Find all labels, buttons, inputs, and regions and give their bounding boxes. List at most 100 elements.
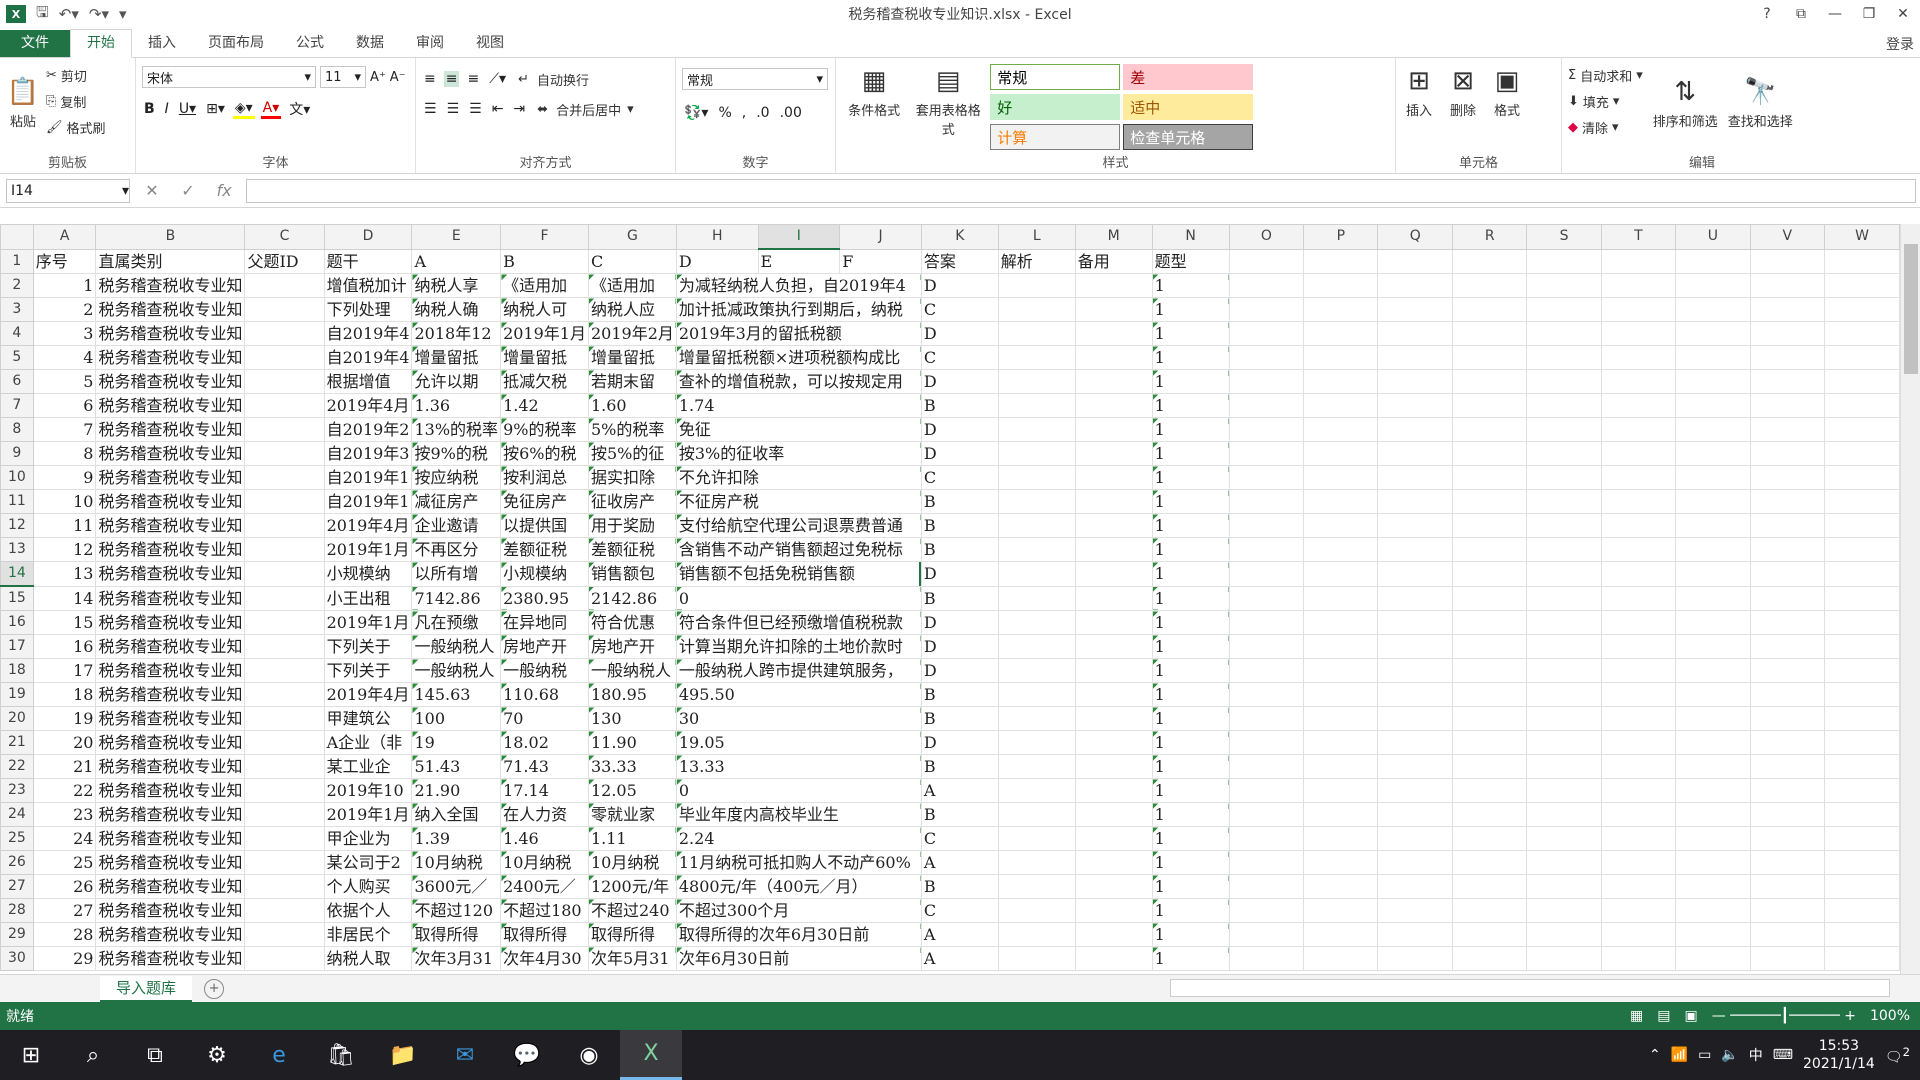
empty-cell[interactable] (1675, 754, 1751, 779)
grid-cell[interactable]: 税务稽查税收专业知 (95, 513, 246, 538)
grid-cell[interactable]: 18 (32, 682, 97, 707)
grid-cell[interactable]: 1 (1151, 273, 1230, 298)
empty-cell[interactable] (1377, 778, 1454, 803)
grid-cell[interactable] (997, 369, 1076, 394)
empty-cell[interactable] (1228, 754, 1305, 779)
column-header[interactable]: R (1452, 224, 1528, 250)
grid-cell[interactable]: 1 (1151, 465, 1230, 490)
currency-icon[interactable]: 💱▾ (682, 105, 710, 121)
grid-cell[interactable] (1074, 321, 1153, 346)
grid-cell[interactable]: D (920, 369, 999, 394)
header-cell[interactable]: 题干 (323, 248, 413, 274)
grid-cell[interactable]: B (920, 682, 999, 707)
empty-cell[interactable] (1452, 922, 1528, 947)
grid-cell[interactable]: B (920, 706, 999, 731)
grid-cell[interactable]: 符合优惠 (587, 610, 677, 635)
empty-cell[interactable] (1526, 248, 1602, 274)
grid-cell[interactable]: 2019年3月的留抵税额 (675, 321, 922, 346)
grid-cell[interactable]: C (920, 345, 999, 370)
empty-cell[interactable] (1303, 778, 1379, 803)
empty-cell[interactable] (1377, 441, 1454, 466)
column-header[interactable]: H (675, 224, 759, 250)
grid-cell[interactable]: 按9%的税 (411, 441, 502, 466)
grid-cell[interactable]: B (920, 585, 999, 611)
name-box[interactable]: I14 ▾ (6, 178, 130, 203)
style-calculation[interactable]: 计算 (990, 124, 1121, 150)
row-header[interactable]: 26 (0, 850, 34, 875)
grid-cell[interactable] (997, 417, 1076, 442)
grid-cell[interactable]: 2380.95 (500, 585, 589, 611)
decrease-decimal-icon[interactable]: .00 (778, 105, 804, 121)
grid-cell[interactable]: 非居民个 (323, 922, 413, 947)
empty-cell[interactable] (1823, 850, 1900, 875)
grid-cell[interactable]: 增量留抵 (411, 345, 502, 370)
row-header[interactable]: 3 (0, 297, 34, 322)
grid-cell[interactable]: 依据个人 (323, 898, 413, 923)
empty-cell[interactable] (1823, 585, 1900, 611)
empty-cell[interactable] (1823, 537, 1900, 562)
empty-cell[interactable] (1675, 321, 1751, 346)
grid-cell[interactable]: 1 (1151, 778, 1230, 803)
grid-cell[interactable]: 自2019年4 (323, 345, 413, 370)
empty-cell[interactable] (1675, 513, 1751, 538)
grid-cell[interactable]: B (920, 489, 999, 514)
grid-cell[interactable]: 税务稽查税收专业知 (95, 754, 246, 779)
empty-cell[interactable] (1526, 874, 1602, 899)
grid-cell[interactable] (1074, 706, 1153, 731)
empty-cell[interactable] (1303, 610, 1379, 635)
grid-cell[interactable]: 1.36 (411, 393, 502, 418)
row-header[interactable]: 5 (0, 345, 34, 370)
grid-cell[interactable] (1074, 946, 1153, 971)
grid-cell[interactable]: 《适用加 (500, 273, 589, 298)
grid-cell[interactable] (997, 345, 1076, 370)
grid-cell[interactable] (1074, 850, 1153, 875)
empty-cell[interactable] (1823, 946, 1900, 971)
empty-cell[interactable] (1675, 441, 1751, 466)
empty-cell[interactable] (1452, 850, 1528, 875)
empty-cell[interactable] (1600, 778, 1677, 803)
grid-cell[interactable]: 在异地同 (500, 610, 589, 635)
windows-start-icon[interactable]: ⊞ (0, 1030, 62, 1080)
ribbon-display-icon[interactable]: ⧉ (1784, 0, 1818, 28)
grid-cell[interactable]: 4 (32, 345, 97, 370)
grid-cell[interactable] (244, 850, 325, 875)
empty-cell[interactable] (1377, 585, 1454, 611)
grid-cell[interactable]: 180.95 (587, 682, 677, 707)
empty-cell[interactable] (1526, 489, 1602, 514)
empty-cell[interactable] (1303, 946, 1379, 971)
spreadsheet-grid[interactable]: ABCDEFGHIJKLMNOPQRSTUVW 1 序号 直属类别 父题ID 题干 A B C… (0, 224, 1900, 980)
search-icon[interactable]: ⌕ (62, 1030, 124, 1080)
empty-cell[interactable] (1228, 730, 1305, 755)
grid-cell[interactable]: 支付给航空代理公司退票费普通 (675, 513, 922, 538)
grid-cell[interactable]: 一般纳税 (500, 658, 589, 683)
align-middle-icon[interactable]: ≡ (443, 71, 460, 87)
grid-cell[interactable]: 21 (32, 754, 97, 779)
empty-cell[interactable] (1675, 682, 1751, 707)
empty-cell[interactable] (1749, 778, 1825, 803)
grid-cell[interactable]: 税务稽查税收专业知 (95, 610, 246, 635)
grid-cell[interactable]: 纳入全国 (411, 802, 502, 827)
grid-cell[interactable] (244, 393, 325, 418)
grid-cell[interactable]: 甲企业为 (323, 826, 413, 851)
empty-cell[interactable] (1377, 369, 1454, 394)
grid-cell[interactable] (997, 441, 1076, 466)
grid-cell[interactable]: 下列处理 (323, 297, 413, 322)
grid-cell[interactable]: 21.90 (411, 778, 502, 803)
empty-cell[interactable] (1600, 730, 1677, 755)
cancel-icon[interactable]: ✕ (138, 181, 166, 200)
grid-cell[interactable] (244, 585, 325, 611)
grid-cell[interactable] (997, 706, 1076, 731)
align-center-icon[interactable]: ☰ (445, 101, 462, 117)
grid-cell[interactable]: 18.02 (500, 730, 589, 755)
empty-cell[interactable] (1303, 441, 1379, 466)
grid-cell[interactable]: 12 (32, 537, 97, 562)
empty-cell[interactable] (1749, 489, 1825, 514)
grid-cell[interactable]: 14 (32, 585, 97, 611)
empty-cell[interactable] (1526, 561, 1602, 587)
column-header[interactable]: M (1074, 224, 1153, 250)
empty-cell[interactable] (1675, 826, 1751, 851)
empty-cell[interactable] (1303, 802, 1379, 827)
empty-cell[interactable] (1377, 706, 1454, 731)
empty-cell[interactable] (1675, 874, 1751, 899)
grid-cell[interactable] (1074, 634, 1153, 659)
